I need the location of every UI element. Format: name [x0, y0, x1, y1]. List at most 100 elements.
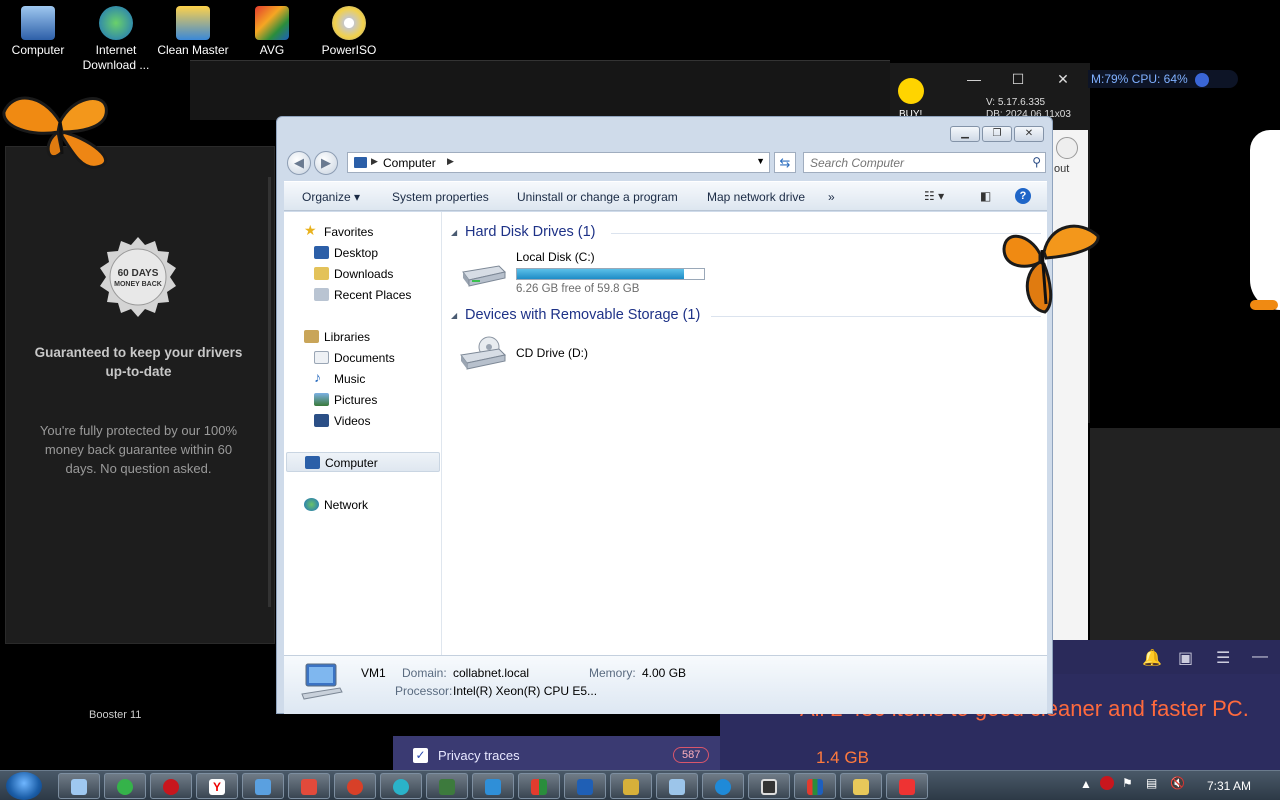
- nav-documents[interactable]: Documents: [314, 348, 448, 368]
- taskbar-app[interactable]: [518, 773, 560, 799]
- command-bar: Organize ▾ System properties Uninstall o…: [284, 181, 1047, 211]
- more-commands-button[interactable]: »: [828, 190, 835, 204]
- desktop-icon-internet-download[interactable]: Internet Download ...: [78, 6, 154, 73]
- taskbar-explorer[interactable]: [840, 773, 882, 799]
- seal-money-back: MONEY BACK: [114, 281, 162, 288]
- view-options-icon[interactable]: ☷ ▾: [924, 189, 944, 203]
- nav-music[interactable]: ♪ Music: [314, 369, 448, 389]
- taskbar-app[interactable]: [426, 773, 468, 799]
- nav-pictures[interactable]: Pictures: [314, 390, 448, 410]
- penguin-decoration: [1250, 130, 1280, 310]
- taskbar-app[interactable]: [748, 773, 790, 799]
- privacy-traces-row[interactable]: ✓ Privacy traces 587: [393, 736, 720, 774]
- disc-icon: [332, 6, 366, 40]
- desktop-icon-poweriso[interactable]: PowerISO: [311, 6, 387, 58]
- start-button-windows-icon[interactable]: [6, 772, 42, 800]
- address-dropdown-icon[interactable]: ▼: [756, 156, 765, 166]
- taskbar-app[interactable]: [794, 773, 836, 799]
- taskbar-app[interactable]: [564, 773, 606, 799]
- uninstall-program-button[interactable]: Uninstall or change a program: [517, 190, 678, 204]
- network-icon[interactable]: ▤: [1146, 776, 1157, 790]
- flag-icon[interactable]: ⚑: [1122, 776, 1133, 790]
- minimize-icon[interactable]: —: [1252, 648, 1268, 666]
- group-hard-disk-drives[interactable]: ◢ Hard Disk Drives (1): [451, 223, 1041, 243]
- collapse-triangle-icon[interactable]: ◢: [451, 311, 457, 320]
- menu-icon[interactable]: ☰: [1216, 648, 1230, 668]
- app-icon: [439, 779, 455, 795]
- taskbar-app[interactable]: [150, 773, 192, 799]
- taskbar-app[interactable]: [288, 773, 330, 799]
- buy-badge-icon[interactable]: [898, 78, 924, 104]
- security-icon[interactable]: [1100, 776, 1114, 790]
- drive-cd-d[interactable]: CD Drive (D:): [459, 333, 759, 383]
- forward-button[interactable]: ▶: [314, 151, 338, 175]
- breadcrumb-arrow-icon[interactable]: ▶: [447, 156, 454, 167]
- taskbar-app[interactable]: [886, 773, 928, 799]
- search-icon[interactable]: ⚲: [1032, 155, 1041, 169]
- desktop-icon-avg[interactable]: AVG: [234, 6, 310, 58]
- nav-videos[interactable]: Videos: [314, 411, 448, 431]
- taskbar-app[interactable]: [380, 773, 422, 799]
- taskbar-app[interactable]: [334, 773, 376, 799]
- nav-downloads[interactable]: Downloads: [314, 264, 448, 284]
- breadcrumb-arrow-icon[interactable]: ▶: [371, 156, 378, 167]
- taskbar-app[interactable]: [610, 773, 652, 799]
- taskbar-app[interactable]: [58, 773, 100, 799]
- nav-desktop[interactable]: Desktop: [314, 243, 448, 263]
- search-box[interactable]: ⚲: [803, 152, 1046, 173]
- refresh-button[interactable]: ⇆: [774, 152, 796, 173]
- volume-muted-icon[interactable]: 🔇: [1170, 776, 1185, 790]
- toolbox-icon[interactable]: ▣: [1178, 648, 1193, 668]
- show-hidden-icons[interactable]: ▲: [1080, 777, 1092, 791]
- collapse-triangle-icon[interactable]: ◢: [451, 228, 457, 237]
- back-button[interactable]: ◀: [287, 151, 311, 175]
- bell-icon[interactable]: 🔔: [1142, 648, 1162, 668]
- taskbar-app[interactable]: [472, 773, 514, 799]
- app-icon: [623, 779, 639, 795]
- hard-drive-icon: [462, 265, 506, 287]
- taskbar-app[interactable]: [702, 773, 744, 799]
- drive-local-disk-c[interactable]: Local Disk (C:) 6.26 GB free of 59.8 GB: [459, 250, 759, 300]
- taskbar-app[interactable]: [104, 773, 146, 799]
- privacy-checkbox[interactable]: ✓: [413, 748, 428, 763]
- group-removable-storage[interactable]: ◢ Devices with Removable Storage (1): [451, 306, 1041, 326]
- memory-value: 4.00 GB: [642, 666, 687, 680]
- nav-computer[interactable]: Computer: [286, 452, 440, 472]
- nav-favorites[interactable]: ★ Favorites: [304, 222, 438, 242]
- logout-icon[interactable]: [1056, 137, 1078, 159]
- logout-label[interactable]: out: [1054, 163, 1069, 175]
- nav-libraries[interactable]: Libraries: [304, 327, 438, 347]
- taskbar-app[interactable]: Y: [196, 773, 238, 799]
- address-bar[interactable]: ▶ Computer ▶ ▼: [347, 152, 770, 173]
- help-icon[interactable]: ?: [1015, 188, 1031, 204]
- nav-label: Music: [334, 372, 366, 386]
- search-input[interactable]: [810, 153, 1020, 172]
- privacy-label: Privacy traces: [438, 748, 520, 763]
- minimize-button[interactable]: ▁: [950, 126, 980, 142]
- app-icon: [899, 779, 915, 795]
- close-button[interactable]: ✕: [1014, 126, 1044, 142]
- nav-label: Documents: [334, 351, 395, 365]
- restore-button[interactable]: ❐: [982, 126, 1012, 142]
- close-button[interactable]: ✕: [1043, 71, 1083, 88]
- preview-pane-icon[interactable]: ◧: [980, 189, 991, 203]
- taskbar-app[interactable]: [242, 773, 284, 799]
- drive-usage-bar: [516, 268, 705, 280]
- app-icon: [531, 779, 547, 795]
- breadcrumb-computer[interactable]: Computer: [383, 156, 436, 170]
- nav-recent-places[interactable]: Recent Places: [314, 285, 448, 305]
- desktop-icon-clean-master[interactable]: Clean Master: [155, 6, 231, 58]
- background-window: [190, 60, 890, 120]
- organize-menu[interactable]: Organize ▾: [302, 190, 360, 204]
- map-network-drive-button[interactable]: Map network drive: [707, 190, 805, 204]
- desktop-icon-computer[interactable]: Computer: [0, 6, 76, 58]
- taskbar-app[interactable]: [656, 773, 698, 799]
- minimize-button[interactable]: —: [954, 71, 994, 87]
- maximize-button[interactable]: ☐: [998, 71, 1038, 88]
- taskbar-clock[interactable]: 7:31 AM: [1207, 779, 1251, 793]
- app-icon: [761, 779, 777, 795]
- group-title: Hard Disk Drives (1): [465, 224, 596, 240]
- panel-scrollbar[interactable]: [268, 177, 271, 607]
- system-properties-button[interactable]: System properties: [392, 190, 489, 204]
- nav-network[interactable]: Network: [304, 495, 438, 515]
